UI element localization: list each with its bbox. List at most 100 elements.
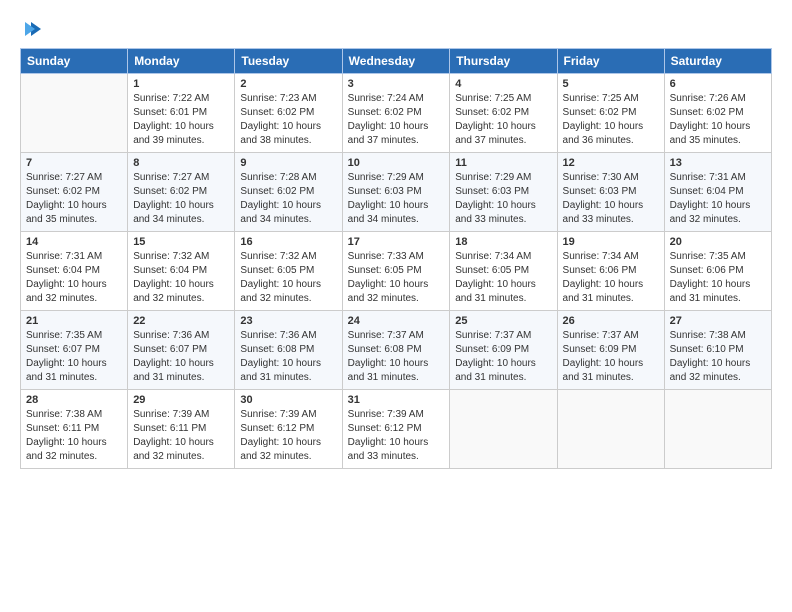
calendar-header-row: SundayMondayTuesdayWednesdayThursdayFrid… [21, 49, 772, 74]
day-of-week-tuesday: Tuesday [235, 49, 342, 74]
day-info: Sunrise: 7:22 AMSunset: 6:01 PMDaylight:… [133, 92, 229, 148]
day-info: Sunrise: 7:35 AMSunset: 6:07 PMDaylight:… [26, 329, 122, 385]
day-info: Sunrise: 7:34 AMSunset: 6:05 PMDaylight:… [455, 250, 551, 306]
day-number: 27 [670, 315, 766, 327]
calendar-cell [21, 74, 128, 153]
day-number: 9 [240, 157, 336, 169]
day-of-week-friday: Friday [557, 49, 664, 74]
day-of-week-saturday: Saturday [664, 49, 771, 74]
day-number: 20 [670, 236, 766, 248]
day-number: 31 [348, 394, 445, 406]
day-info: Sunrise: 7:29 AMSunset: 6:03 PMDaylight:… [455, 171, 551, 227]
calendar-week-4: 21 Sunrise: 7:35 AMSunset: 6:07 PMDayligh… [21, 311, 772, 390]
day-info: Sunrise: 7:25 AMSunset: 6:02 PMDaylight:… [455, 92, 551, 148]
logo [20, 18, 43, 40]
day-info: Sunrise: 7:32 AMSunset: 6:04 PMDaylight:… [133, 250, 229, 306]
day-number: 14 [26, 236, 122, 248]
calendar-cell: 21 Sunrise: 7:35 AMSunset: 6:07 PMDayligh… [21, 311, 128, 390]
calendar-week-1: 1Sunrise: 7:22 AMSunset: 6:01 PMDaylight… [21, 74, 772, 153]
day-info: Sunrise: 7:37 AMSunset: 6:09 PMDaylight:… [563, 329, 659, 385]
calendar-cell: 2 Sunrise: 7:23 AMSunset: 6:02 PMDaylight… [235, 74, 342, 153]
calendar-cell: 13 Sunrise: 7:31 AMSunset: 6:04 PMDayligh… [664, 153, 771, 232]
calendar-cell: 1Sunrise: 7:22 AMSunset: 6:01 PMDaylight… [128, 74, 235, 153]
day-info: Sunrise: 7:27 AMSunset: 6:02 PMDaylight:… [26, 171, 122, 227]
logo-icon [21, 18, 43, 40]
calendar-cell: 27Sunrise: 7:38 AMSunset: 6:10 PMDayligh… [664, 311, 771, 390]
day-number: 24 [348, 315, 445, 327]
day-of-week-monday: Monday [128, 49, 235, 74]
day-number: 16 [240, 236, 336, 248]
day-info: Sunrise: 7:39 AMSunset: 6:12 PMDaylight:… [348, 408, 445, 464]
day-number: 10 [348, 157, 445, 169]
day-of-week-sunday: Sunday [21, 49, 128, 74]
calendar-cell: 16 Sunrise: 7:32 AMSunset: 6:05 PMDayligh… [235, 232, 342, 311]
day-info: Sunrise: 7:37 AMSunset: 6:08 PMDaylight:… [348, 329, 445, 385]
calendar-cell: 6Sunrise: 7:26 AMSunset: 6:02 PMDaylight… [664, 74, 771, 153]
day-number: 25 [455, 315, 551, 327]
day-info: Sunrise: 7:31 AMSunset: 6:04 PMDaylight:… [670, 171, 766, 227]
calendar-cell: 26 Sunrise: 7:37 AMSunset: 6:09 PMDayligh… [557, 311, 664, 390]
day-info: Sunrise: 7:30 AMSunset: 6:03 PMDaylight:… [563, 171, 659, 227]
day-info: Sunrise: 7:29 AMSunset: 6:03 PMDaylight:… [348, 171, 445, 227]
calendar-cell [664, 390, 771, 469]
calendar-cell: 12 Sunrise: 7:30 AMSunset: 6:03 PMDayligh… [557, 153, 664, 232]
day-number: 8 [133, 157, 229, 169]
calendar-week-3: 14 Sunrise: 7:31 AMSunset: 6:04 PMDayligh… [21, 232, 772, 311]
calendar-cell: 25 Sunrise: 7:37 AMSunset: 6:09 PMDayligh… [450, 311, 557, 390]
day-number: 12 [563, 157, 659, 169]
calendar-cell: 8Sunrise: 7:27 AMSunset: 6:02 PMDaylight… [128, 153, 235, 232]
day-number: 19 [563, 236, 659, 248]
day-of-week-wednesday: Wednesday [342, 49, 450, 74]
day-of-week-thursday: Thursday [450, 49, 557, 74]
day-number: 7 [26, 157, 122, 169]
day-number: 30 [240, 394, 336, 406]
calendar-cell: 5Sunrise: 7:25 AMSunset: 6:02 PMDaylight… [557, 74, 664, 153]
day-number: 4 [455, 78, 551, 90]
calendar-cell: 19 Sunrise: 7:34 AMSunset: 6:06 PMDayligh… [557, 232, 664, 311]
day-number: 22 [133, 315, 229, 327]
calendar-cell: 3Sunrise: 7:24 AMSunset: 6:02 PMDaylight… [342, 74, 450, 153]
calendar-cell: 31 Sunrise: 7:39 AMSunset: 6:12 PMDayligh… [342, 390, 450, 469]
day-info: Sunrise: 7:36 AMSunset: 6:07 PMDaylight:… [133, 329, 229, 385]
day-number: 21 [26, 315, 122, 327]
day-number: 23 [240, 315, 336, 327]
day-info: Sunrise: 7:36 AMSunset: 6:08 PMDaylight:… [240, 329, 336, 385]
day-number: 3 [348, 78, 445, 90]
calendar-cell: 7 Sunrise: 7:27 AMSunset: 6:02 PMDaylight… [21, 153, 128, 232]
day-info: Sunrise: 7:28 AMSunset: 6:02 PMDaylight:… [240, 171, 336, 227]
calendar-cell: 24 Sunrise: 7:37 AMSunset: 6:08 PMDayligh… [342, 311, 450, 390]
calendar-cell: 29 Sunrise: 7:39 AMSunset: 6:11 PMDayligh… [128, 390, 235, 469]
calendar-week-5: 28 Sunrise: 7:38 AMSunset: 6:11 PMDayligh… [21, 390, 772, 469]
calendar-cell: 11 Sunrise: 7:29 AMSunset: 6:03 PMDayligh… [450, 153, 557, 232]
day-info: Sunrise: 7:34 AMSunset: 6:06 PMDaylight:… [563, 250, 659, 306]
day-info: Sunrise: 7:38 AMSunset: 6:11 PMDaylight:… [26, 408, 122, 464]
day-info: Sunrise: 7:23 AMSunset: 6:02 PMDaylight:… [240, 92, 336, 148]
day-number: 2 [240, 78, 336, 90]
day-number: 28 [26, 394, 122, 406]
calendar-cell: 4 Sunrise: 7:25 AMSunset: 6:02 PMDaylight… [450, 74, 557, 153]
calendar-cell [450, 390, 557, 469]
day-number: 26 [563, 315, 659, 327]
day-number: 5 [563, 78, 659, 90]
day-number: 29 [133, 394, 229, 406]
day-info: Sunrise: 7:39 AMSunset: 6:12 PMDaylight:… [240, 408, 336, 464]
day-info: Sunrise: 7:39 AMSunset: 6:11 PMDaylight:… [133, 408, 229, 464]
day-info: Sunrise: 7:37 AMSunset: 6:09 PMDaylight:… [455, 329, 551, 385]
calendar-cell: 20 Sunrise: 7:35 AMSunset: 6:06 PMDayligh… [664, 232, 771, 311]
day-number: 11 [455, 157, 551, 169]
calendar-cell: 28 Sunrise: 7:38 AMSunset: 6:11 PMDayligh… [21, 390, 128, 469]
header [20, 18, 772, 40]
day-info: Sunrise: 7:35 AMSunset: 6:06 PMDaylight:… [670, 250, 766, 306]
calendar-cell: 30 Sunrise: 7:39 AMSunset: 6:12 PMDayligh… [235, 390, 342, 469]
day-number: 13 [670, 157, 766, 169]
calendar-cell: 9 Sunrise: 7:28 AMSunset: 6:02 PMDaylight… [235, 153, 342, 232]
day-info: Sunrise: 7:32 AMSunset: 6:05 PMDaylight:… [240, 250, 336, 306]
calendar-cell: 18Sunrise: 7:34 AMSunset: 6:05 PMDayligh… [450, 232, 557, 311]
day-number: 6 [670, 78, 766, 90]
day-number: 17 [348, 236, 445, 248]
calendar-cell: 15 Sunrise: 7:32 AMSunset: 6:04 PMDayligh… [128, 232, 235, 311]
calendar: SundayMondayTuesdayWednesdayThursdayFrid… [20, 48, 772, 469]
day-number: 15 [133, 236, 229, 248]
day-info: Sunrise: 7:31 AMSunset: 6:04 PMDaylight:… [26, 250, 122, 306]
calendar-week-2: 7 Sunrise: 7:27 AMSunset: 6:02 PMDaylight… [21, 153, 772, 232]
